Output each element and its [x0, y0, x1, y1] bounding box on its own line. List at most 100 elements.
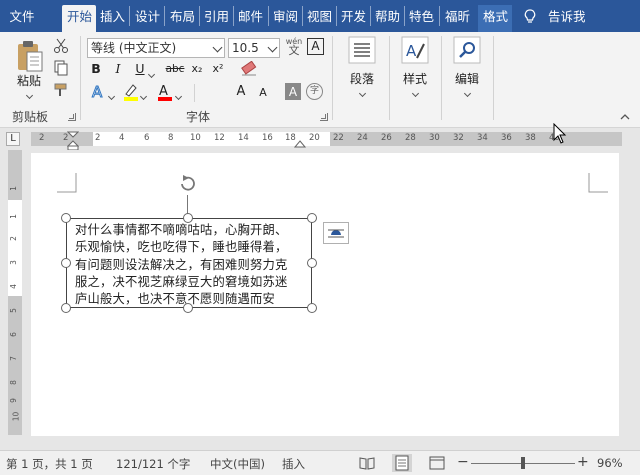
copy-icon[interactable] — [53, 60, 69, 76]
word-count[interactable]: 121/121 个字 — [116, 456, 190, 472]
tab-foxit[interactable]: 福昕 — [440, 5, 476, 32]
highlight-dropdown[interactable] — [139, 88, 148, 102]
ruler-number: 6 — [144, 133, 150, 143]
tab-review[interactable]: 审阅 — [268, 5, 301, 32]
zoom-level[interactable]: 96% — [597, 456, 623, 470]
ruler-number: 10 — [190, 133, 201, 143]
indent-marker-icon[interactable] — [67, 131, 79, 151]
tab-mailings[interactable]: 邮件 — [233, 5, 266, 32]
format-painter-icon[interactable] — [53, 82, 69, 98]
ruler-number: 24 — [357, 133, 368, 143]
grow-font-button[interactable]: A — [234, 83, 248, 101]
underline-dropdown[interactable] — [147, 66, 156, 80]
resize-handle-top-left[interactable] — [61, 213, 71, 223]
vertical-ruler-number: 5 — [8, 308, 18, 313]
font-color-icon[interactable]: A — [156, 82, 174, 102]
tab-developer[interactable]: 开发 — [336, 5, 369, 32]
font-dialog-launcher[interactable] — [320, 113, 328, 121]
vertical-ruler-number: 6 — [8, 332, 18, 337]
paste-icon[interactable] — [14, 40, 46, 76]
subscript-button[interactable]: x₂ — [190, 60, 204, 78]
tab-layout[interactable]: 布局 — [165, 5, 198, 32]
font-color-dropdown[interactable] — [174, 88, 183, 102]
ruler-number: 36 — [501, 133, 512, 143]
character-shading-button[interactable]: A — [285, 83, 301, 100]
resize-handle-right[interactable] — [307, 258, 317, 268]
font-name-combo[interactable]: 等线 (中文正文) — [87, 38, 225, 58]
clear-formatting-icon[interactable] — [240, 61, 258, 77]
tab-home[interactable]: 开始 — [62, 5, 96, 32]
resize-handle-bottom-right[interactable] — [307, 303, 317, 313]
font-size-combo[interactable]: 10.5 — [228, 38, 280, 58]
tab-special[interactable]: 特色 — [404, 5, 438, 32]
page-count[interactable]: 第 1 页，共 1 页 — [6, 456, 93, 472]
strikethrough-button[interactable]: abc — [164, 60, 186, 78]
text-box[interactable]: 对什么事情都不嘀嘀咕咕，心胸开朗、 乐观愉快，吃也吃得下，睡也睡得着， 有问题则… — [66, 218, 312, 308]
web-layout-icon[interactable] — [429, 456, 445, 470]
vertical-ruler-number: 4 — [8, 284, 18, 289]
resize-handle-top-right[interactable] — [307, 213, 317, 223]
vertical-ruler-number: 9 — [8, 398, 18, 403]
clipboard-dialog-launcher[interactable] — [68, 113, 76, 121]
font-size-value: 10.5 — [232, 41, 259, 55]
ruler-number: 2 — [39, 133, 45, 143]
right-indent-marker-icon[interactable] — [294, 140, 306, 148]
resize-handle-left[interactable] — [61, 258, 71, 268]
tab-insert[interactable]: 插入 — [95, 5, 128, 32]
svg-text:A: A — [92, 83, 103, 100]
vertical-ruler-number: 10 — [11, 411, 21, 422]
tab-file[interactable]: 文件 — [0, 5, 44, 32]
rotate-handle-icon[interactable] — [178, 173, 198, 195]
text-effects-icon[interactable]: A — [90, 82, 108, 101]
zoom-in-button[interactable]: + — [577, 454, 589, 470]
text-line: 服之，决不视芝麻绿豆大的窘境如苏迷 — [75, 274, 288, 289]
collapse-ribbon-icon[interactable] — [619, 112, 631, 122]
print-layout-icon[interactable] — [392, 454, 412, 472]
vertical-scrollbar[interactable] — [624, 150, 640, 438]
tell-me-box[interactable]: 告诉我 — [548, 5, 586, 29]
resize-handle-bottom-left[interactable] — [61, 303, 71, 313]
character-border-button[interactable]: A — [307, 38, 324, 55]
phonetic-guide-button[interactable]: wén 文 — [284, 37, 304, 57]
ruler-number: 14 — [238, 133, 249, 143]
horizontal-ruler[interactable]: 22246810121416182022242628303234363840 — [31, 132, 622, 146]
text-line: 对什么事情都不嘀嘀咕咕，心胸开朗、 — [75, 223, 288, 237]
text-effects-dropdown[interactable] — [107, 88, 116, 102]
superscript-button[interactable]: x² — [211, 60, 225, 78]
lightbulb-icon[interactable] — [524, 9, 536, 24]
text-box-content[interactable]: 对什么事情都不嘀嘀咕咕，心胸开朗、 乐观愉快，吃也吃得下，睡也睡得着， 有问题则… — [75, 222, 307, 307]
italic-button[interactable]: I — [111, 60, 125, 78]
read-mode-icon[interactable] — [359, 456, 375, 470]
cut-icon[interactable] — [53, 38, 69, 54]
styles-icon: A — [401, 36, 429, 64]
highlight-icon[interactable] — [122, 82, 140, 102]
enclose-characters-button[interactable]: 字 — [306, 83, 323, 100]
zoom-slider-thumb[interactable] — [521, 457, 525, 469]
resize-handle-top[interactable] — [183, 213, 193, 223]
resize-handle-bottom[interactable] — [183, 303, 193, 313]
tab-format[interactable]: 格式 — [478, 5, 512, 32]
layout-options-icon — [328, 229, 344, 238]
vertical-ruler[interactable]: 1 1 2 3 4 5 6 7 8 9 10 — [8, 150, 22, 435]
layout-options-button[interactable] — [323, 222, 349, 244]
phonetic-guide-bottom: 文 — [288, 44, 300, 57]
tab-selector[interactable]: L — [6, 132, 20, 146]
shrink-font-button[interactable]: A — [256, 84, 270, 102]
vertical-ruler-number: 1 — [8, 214, 18, 219]
zoom-out-button[interactable]: − — [457, 454, 469, 470]
clipboard-group-label: 剪贴板 — [12, 110, 49, 124]
ruler-number: 4 — [119, 133, 125, 143]
styles-button[interactable]: A 样式 — [394, 36, 436, 99]
bold-button[interactable]: B — [89, 60, 103, 78]
editing-button[interactable]: 编辑 — [446, 36, 488, 99]
paragraph-button[interactable]: 段落 — [341, 36, 383, 99]
tab-view[interactable]: 视图 — [302, 5, 335, 32]
tab-help[interactable]: 帮助 — [370, 5, 403, 32]
tab-references[interactable]: 引用 — [199, 5, 232, 32]
paste-button[interactable]: 粘贴 — [14, 72, 44, 101]
tab-design[interactable]: 设计 — [130, 5, 163, 32]
underline-button[interactable]: U — [133, 60, 147, 78]
search-icon — [453, 36, 481, 64]
language-indicator[interactable]: 中文(中国) — [210, 456, 265, 472]
insert-mode[interactable]: 插入 — [282, 456, 305, 472]
